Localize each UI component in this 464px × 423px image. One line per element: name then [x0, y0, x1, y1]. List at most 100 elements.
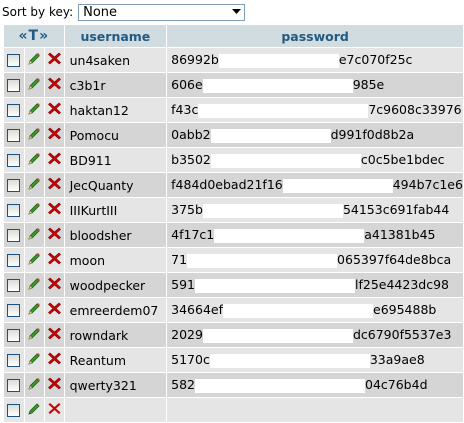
delete-x-icon[interactable]: [47, 52, 61, 68]
password-cell[interactable]: 591 lf25e4423dc98: [167, 273, 463, 297]
username-cell[interactable]: un4saken: [64, 48, 167, 72]
row-checkbox[interactable]: [7, 329, 21, 342]
pencil-icon[interactable]: [27, 152, 41, 169]
password-cell[interactable]: 86992b e7c070f25c: [167, 48, 463, 72]
password-redaction: [209, 353, 370, 368]
delete-x-icon[interactable]: [47, 327, 61, 343]
row-checkbox[interactable]: [7, 54, 21, 67]
dropdown-arrow-icon[interactable]: [229, 5, 244, 20]
row-delete-cell: [44, 148, 64, 172]
column-header-username[interactable]: username: [64, 25, 167, 47]
password-cell[interactable]: 34664ef e695488b: [167, 298, 463, 322]
expand-columns-icon[interactable]: «Т»: [18, 28, 49, 44]
password-visible-start: 375b: [171, 202, 203, 218]
pencil-icon[interactable]: [27, 177, 41, 194]
username-cell[interactable]: qwerty321: [64, 373, 167, 397]
row-checkbox[interactable]: [7, 79, 21, 92]
username-cell[interactable]: moon: [64, 248, 167, 272]
password-redaction: [198, 103, 369, 118]
password-cell[interactable]: 5170c 33a9ae8: [167, 348, 463, 372]
username-cell[interactable]: rowndark: [64, 323, 167, 347]
delete-x-icon[interactable]: [47, 352, 61, 368]
table-row: Pomocu 0abb2 d991f0d8b2a: [4, 123, 463, 147]
column-toggle-header[interactable]: «Т»: [4, 25, 64, 47]
pencil-icon[interactable]: [27, 52, 41, 69]
column-header-password[interactable]: password: [167, 25, 463, 47]
pencil-icon[interactable]: [27, 77, 41, 94]
row-checkbox[interactable]: [7, 179, 21, 192]
password-visible-end: dc6790f5537e3: [352, 327, 452, 343]
delete-x-icon[interactable]: [48, 402, 61, 418]
row-edit-cell: [24, 398, 44, 422]
delete-x-icon[interactable]: [47, 302, 61, 318]
delete-x-icon[interactable]: [47, 227, 61, 243]
username-cell[interactable]: emreerdem07: [64, 298, 167, 322]
delete-x-icon[interactable]: [47, 377, 61, 393]
username-cell[interactable]: Pomocu: [64, 123, 167, 147]
password-cell[interactable]: 0abb2 d991f0d8b2a: [167, 123, 463, 147]
row-edit-cell: [24, 298, 44, 322]
pencil-icon[interactable]: [27, 127, 41, 144]
password-cell[interactable]: 71 065397f64de8bca: [167, 248, 463, 272]
password-cell[interactable]: b3502 c0c5be1bdec: [167, 148, 463, 172]
sort-key-select[interactable]: None: [78, 3, 246, 21]
row-delete-cell: [44, 123, 64, 147]
password-visible-start: 606e: [171, 77, 203, 93]
password-cell[interactable]: [167, 398, 463, 422]
row-checkbox[interactable]: [7, 279, 21, 292]
row-checkbox[interactable]: [7, 204, 21, 217]
password-redaction: [218, 53, 339, 68]
username-cell[interactable]: IIIKurtIII: [64, 198, 167, 222]
pencil-icon[interactable]: [27, 302, 41, 319]
row-checkbox[interactable]: [7, 154, 21, 167]
delete-x-icon[interactable]: [47, 152, 61, 168]
password-cell[interactable]: f43c 7c9608c33976: [167, 98, 463, 122]
delete-x-icon[interactable]: [47, 252, 61, 268]
username-cell[interactable]: JecQuanty: [64, 173, 167, 197]
sort-key-selected-value: None: [83, 4, 118, 20]
row-checkbox[interactable]: [7, 404, 21, 417]
username-cell[interactable]: bloodsher: [64, 223, 167, 247]
password-visible-start: 71: [171, 252, 188, 268]
password-visible-end: e695488b: [373, 302, 437, 318]
pencil-icon[interactable]: [27, 252, 41, 269]
password-cell[interactable]: 582 04c76b4d: [167, 373, 463, 397]
delete-x-icon[interactable]: [47, 77, 61, 93]
pencil-icon[interactable]: [27, 102, 41, 119]
username-cell[interactable]: BD911: [64, 148, 167, 172]
row-checkbox[interactable]: [7, 104, 21, 117]
password-cell[interactable]: 4f17c1 a41381b45: [167, 223, 463, 247]
row-checkbox[interactable]: [7, 229, 21, 242]
delete-x-icon[interactable]: [47, 127, 61, 143]
username-cell[interactable]: haktan12: [64, 98, 167, 122]
row-checkbox[interactable]: [7, 254, 21, 267]
pencil-icon[interactable]: [27, 377, 41, 394]
pencil-icon[interactable]: [27, 202, 41, 219]
sort-bar: Sort by key: None: [0, 3, 246, 21]
delete-x-icon[interactable]: [47, 177, 61, 193]
pencil-icon[interactable]: [27, 352, 41, 369]
row-checkbox[interactable]: [7, 129, 21, 142]
password-cell[interactable]: 606e 985e: [167, 73, 463, 97]
row-checkbox[interactable]: [7, 379, 21, 392]
pencil-icon[interactable]: [27, 227, 41, 244]
row-checkbox[interactable]: [7, 354, 21, 367]
pencil-icon[interactable]: [27, 327, 41, 344]
password-cell[interactable]: 2029 dc6790f5537e3: [167, 323, 463, 347]
username-cell[interactable]: woodpecker: [64, 273, 167, 297]
password-visible-end: 494b7c1e6: [392, 177, 463, 193]
password-cell[interactable]: f484d0ebad21f16 494b7c1e6: [167, 173, 463, 197]
pencil-icon[interactable]: [27, 402, 41, 419]
username-cell[interactable]: [64, 398, 167, 422]
password-visible-start: 582: [171, 377, 195, 393]
pencil-icon[interactable]: [27, 277, 41, 294]
password-cell[interactable]: 375b 54153c691fab44: [167, 198, 463, 222]
row-edit-cell: [24, 348, 44, 372]
delete-x-icon[interactable]: [47, 102, 61, 118]
delete-x-icon[interactable]: [47, 277, 61, 293]
delete-x-icon[interactable]: [47, 202, 61, 218]
username-cell[interactable]: Reantum: [64, 348, 167, 372]
row-checkbox[interactable]: [7, 304, 21, 317]
username-cell[interactable]: c3b1r: [64, 73, 167, 97]
row-delete-cell: [44, 248, 64, 272]
